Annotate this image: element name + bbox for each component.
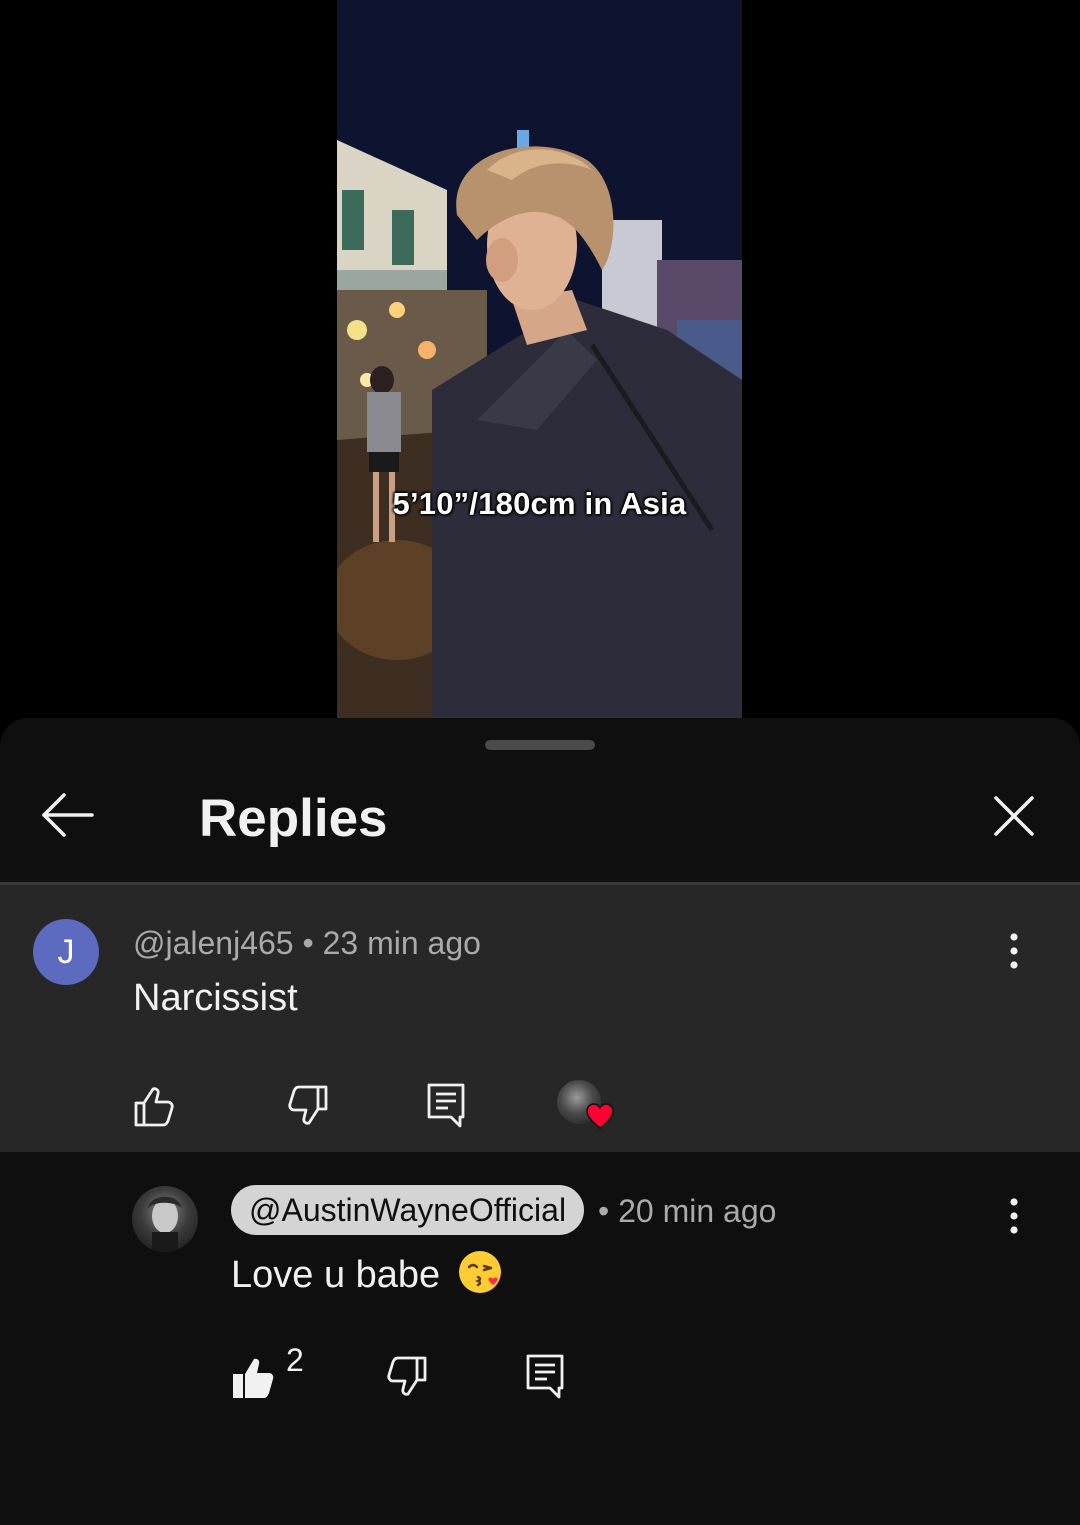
reply-button[interactable] <box>520 1350 570 1400</box>
creator-heart-badge[interactable] <box>557 1080 619 1132</box>
more-vertical-icon <box>1010 933 1018 969</box>
arrow-left-icon <box>42 793 94 837</box>
comment-text: Narcissist <box>133 977 298 1019</box>
reply-text: Love u babe <box>231 1254 441 1296</box>
reply-timestamp: • 20 min ago <box>598 1193 777 1229</box>
dislike-button[interactable] <box>382 1352 432 1402</box>
reply-comment: @AustinWayneOfficial • 20 min ago Love u… <box>0 1152 1080 1525</box>
like-filled-icon <box>233 1358 274 1398</box>
comment-more-button[interactable] <box>994 921 1034 981</box>
video-player[interactable]: 5’10”/180cm in Asia <box>0 0 1080 720</box>
video-caption: 5’10”/180cm in Asia <box>392 486 687 521</box>
avatar[interactable] <box>132 1186 198 1252</box>
dislike-button[interactable] <box>283 1081 333 1131</box>
reply-text-row: Love u babe <box>231 1249 503 1297</box>
like-button[interactable] <box>129 1081 179 1131</box>
app-root: 5’10”/180cm in Asia Replies J @jalenj465… <box>0 0 1080 1525</box>
reply-icon <box>427 1083 465 1128</box>
like-button[interactable] <box>229 1352 279 1402</box>
avatar[interactable]: J <box>33 919 99 985</box>
dislike-icon <box>288 1085 328 1125</box>
back-button[interactable] <box>32 780 102 850</box>
heart-icon <box>586 1103 614 1129</box>
close-button[interactable] <box>980 782 1048 850</box>
dislike-icon <box>387 1356 427 1396</box>
drag-handle[interactable] <box>485 740 595 750</box>
video-frame[interactable]: 5’10”/180cm in Asia <box>337 0 742 720</box>
reply-more-button[interactable] <box>994 1186 1034 1246</box>
like-count: 2 <box>286 1342 304 1378</box>
kissing-face-emoji <box>458 1251 501 1293</box>
parent-comment: J @jalenj465 • 23 min ago Narcissist <box>0 885 1080 1152</box>
video-still <box>337 0 742 720</box>
sheet-title: Replies <box>199 789 388 848</box>
comment-author-meta: @jalenj465 • 23 min ago <box>133 925 481 961</box>
more-vertical-icon <box>1010 1198 1018 1234</box>
replies-sheet: Replies J @jalenj465 • 23 min ago Narcis… <box>0 718 1080 1525</box>
reply-icon <box>526 1354 564 1399</box>
author-handle-chip[interactable]: @AustinWayneOfficial <box>231 1185 585 1235</box>
like-icon <box>134 1087 174 1127</box>
avatar-photo <box>148 1196 182 1252</box>
close-icon <box>994 796 1034 836</box>
reply-button[interactable] <box>421 1079 471 1129</box>
